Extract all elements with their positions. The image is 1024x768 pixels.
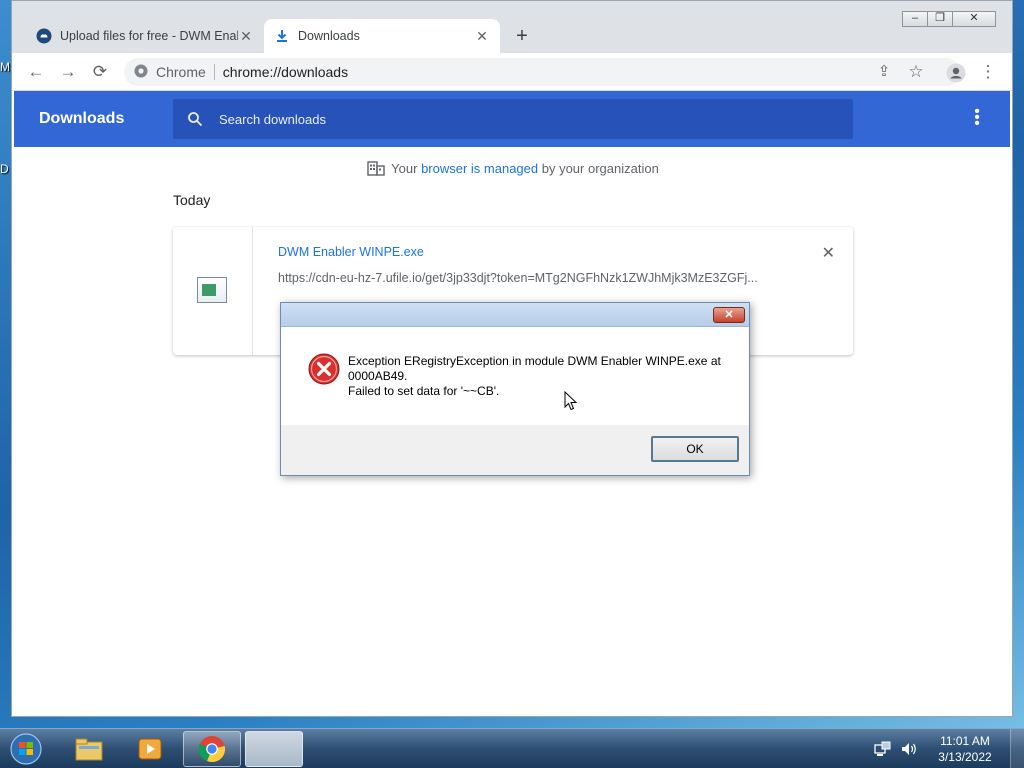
- menu-kebab-icon[interactable]: ⋮: [976, 60, 1000, 84]
- managed-prefix: Your: [391, 161, 422, 176]
- search-downloads-input[interactable]: Search downloads: [173, 99, 853, 139]
- managed-suffix: by your organization: [538, 161, 659, 176]
- show-desktop-button[interactable]: [1010, 729, 1024, 768]
- media-player-icon[interactable]: [121, 731, 179, 767]
- downloads-header: Downloads Search downloads • • •: [14, 91, 1010, 147]
- tab-upload-files[interactable]: Upload files for free - DWM Enabler ✕: [26, 19, 264, 53]
- close-window-button[interactable]: ✕: [952, 11, 996, 27]
- browser-toolbar: ← → ⟳ Chrome chrome://downloads ⇪ ☆ ⋮: [12, 53, 1012, 91]
- tab-strip: Upload files for free - DWM Enabler ✕ Do…: [12, 1, 1012, 53]
- back-arrow-icon[interactable]: ←: [24, 60, 48, 84]
- window-controls: – ❐ ✕: [902, 11, 996, 29]
- download-item-icon-column: [173, 227, 253, 355]
- omnibox-scheme-label: Chrome: [156, 64, 206, 80]
- dialog-message-line2: Failed to set data for '~~CB'.: [348, 384, 500, 398]
- bookmark-star-icon[interactable]: ☆: [904, 60, 928, 84]
- minimize-button[interactable]: –: [902, 11, 928, 27]
- mouse-cursor-icon: [564, 391, 578, 411]
- tab-downloads[interactable]: Downloads ✕: [264, 19, 500, 53]
- desktop-icon-label[interactable]: D: [0, 162, 9, 176]
- ok-button[interactable]: OK: [651, 436, 739, 462]
- managed-notice: Your browser is managed by your organiza…: [12, 160, 1014, 176]
- start-orb-icon[interactable]: [6, 731, 46, 767]
- dialog-message: Exception ERegistryException in module D…: [348, 354, 728, 399]
- tab-title: Upload files for free - DWM Enabler: [60, 29, 238, 43]
- ufile-favicon-icon: [36, 28, 52, 44]
- omnibox-url: chrome://downloads: [222, 64, 349, 80]
- omnibox-separator: [213, 64, 215, 80]
- building-icon: [367, 161, 385, 176]
- exe-file-icon: [197, 277, 227, 303]
- page-title: Downloads: [39, 110, 125, 127]
- section-date-heading: Today: [173, 192, 211, 208]
- chrome-info-icon: [134, 64, 150, 80]
- forward-arrow-icon[interactable]: →: [56, 60, 80, 84]
- download-filename-link[interactable]: DWM Enabler WINPE.exe: [278, 245, 424, 259]
- chrome-icon[interactable]: [183, 731, 241, 767]
- dialog-close-button[interactable]: ✕: [713, 307, 745, 323]
- dialog-body: Exception ERegistryException in module D…: [281, 327, 749, 425]
- address-bar[interactable]: Chrome chrome://downloads: [124, 58, 960, 86]
- volume-icon[interactable]: [900, 741, 918, 757]
- search-icon: [188, 112, 203, 127]
- share-icon[interactable]: ⇪: [872, 60, 896, 84]
- dialog-message-line1: Exception ERegistryException in module D…: [348, 354, 721, 383]
- desktop-icon-label[interactable]: M: [0, 60, 10, 74]
- downloads-menu-icon[interactable]: • • •: [974, 104, 980, 132]
- managed-link[interactable]: browser is managed: [421, 161, 538, 176]
- error-x-icon: [308, 353, 340, 385]
- tab-close-icon[interactable]: ✕: [474, 28, 490, 44]
- tab-title: Downloads: [298, 29, 360, 43]
- profile-avatar-icon[interactable]: [944, 60, 968, 84]
- clock-time: 11:01 AM: [940, 734, 990, 748]
- tab-close-icon[interactable]: ✕: [238, 28, 254, 44]
- explorer-icon[interactable]: [60, 731, 118, 767]
- error-dialog: ✕ Exception ERegistryException in module…: [280, 302, 750, 476]
- remove-download-icon[interactable]: ✕: [822, 243, 835, 263]
- search-placeholder: Search downloads: [219, 111, 326, 127]
- taskbar: 11:01 AM 3/13/2022: [0, 728, 1024, 768]
- download-icon: [274, 28, 290, 44]
- system-tray: 11:01 AM 3/13/2022: [874, 729, 1024, 768]
- network-icon[interactable]: [874, 741, 892, 757]
- taskbar-app-button[interactable]: [245, 731, 303, 767]
- reload-icon[interactable]: ⟳: [88, 60, 112, 84]
- restore-button[interactable]: ❐: [927, 11, 953, 27]
- new-tab-button[interactable]: +: [510, 25, 534, 49]
- clock-date: 3/13/2022: [938, 750, 992, 764]
- clock[interactable]: 11:01 AM 3/13/2022: [930, 733, 1000, 765]
- download-source-url[interactable]: https://cdn-eu-hz-7.ufile.io/get/3jp33dj…: [278, 271, 778, 285]
- dialog-titlebar: ✕: [281, 303, 749, 327]
